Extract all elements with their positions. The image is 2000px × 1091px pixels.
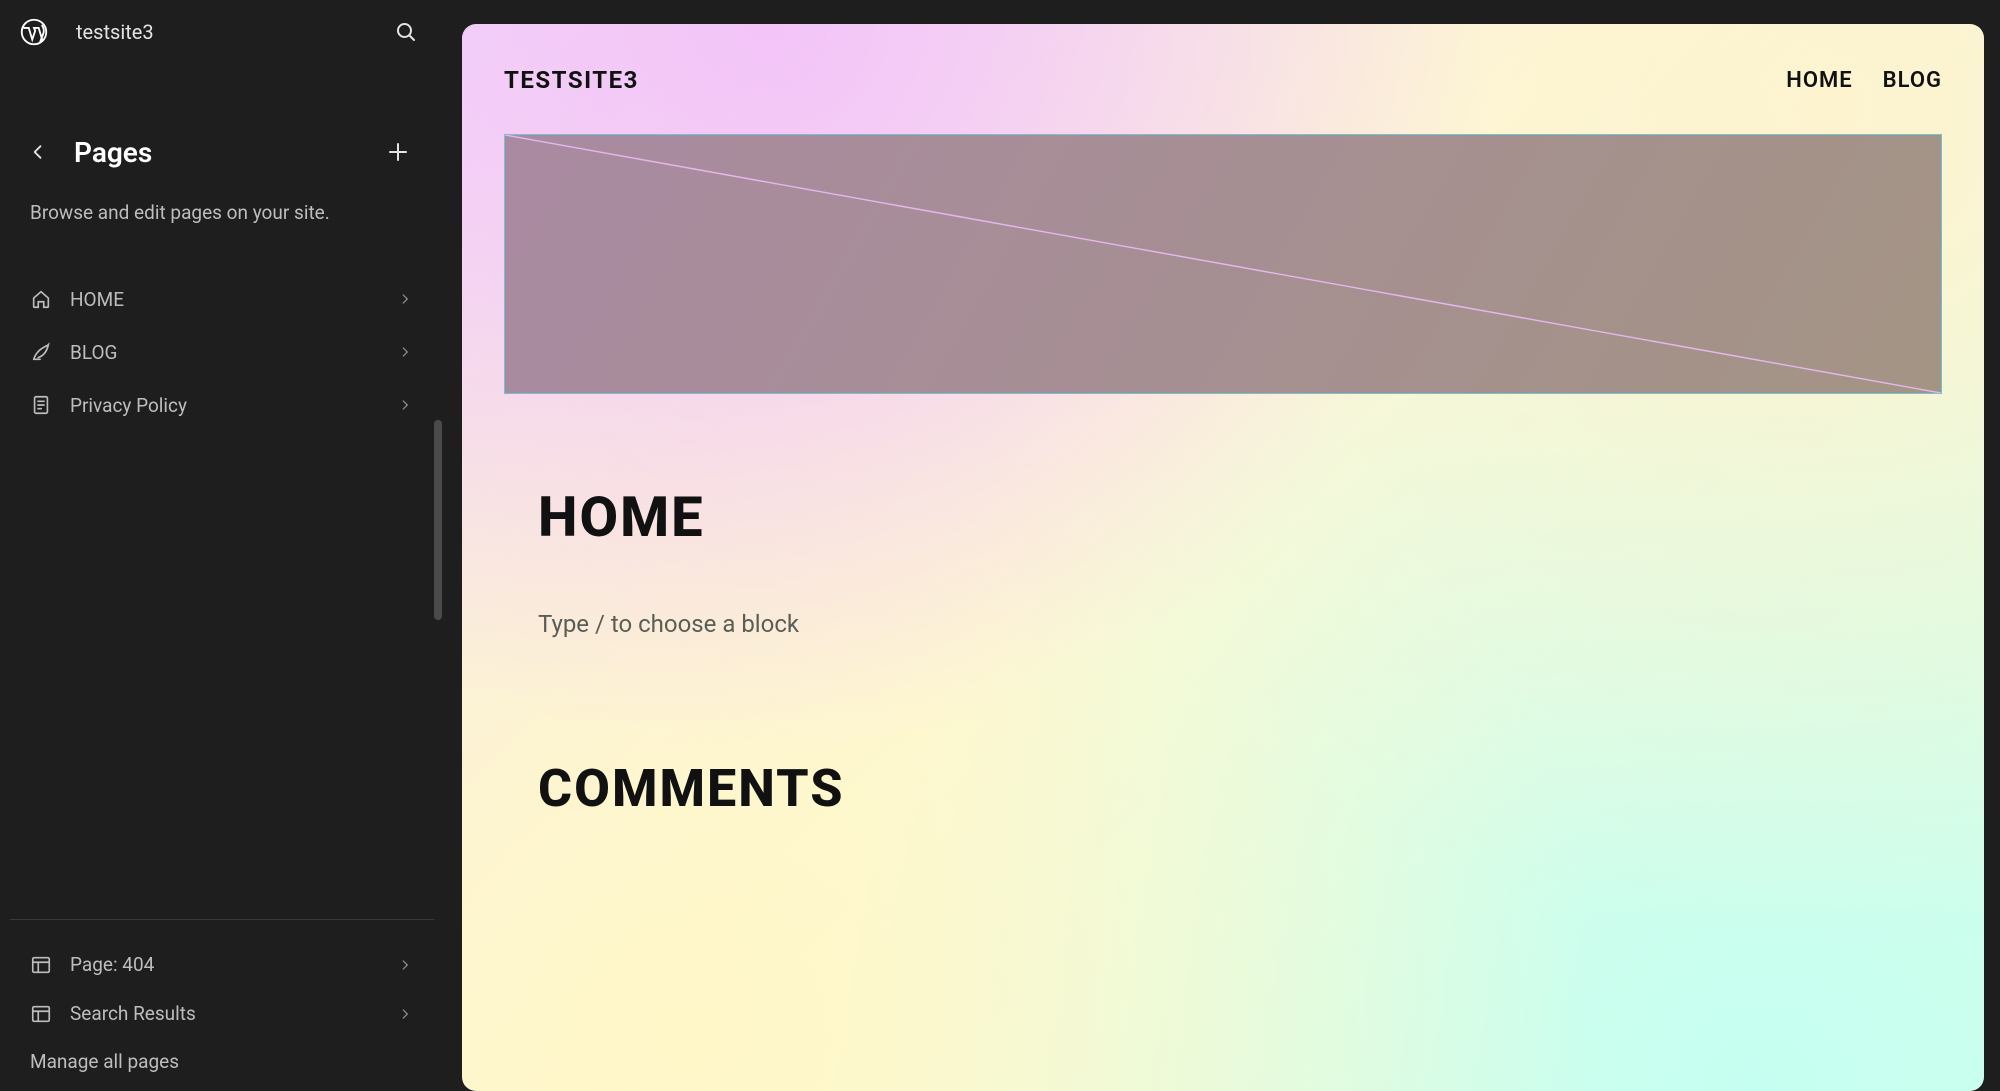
page-list: HOME BLOG Privacy Policy	[0, 275, 444, 430]
page-item-privacy-policy[interactable]: Privacy Policy	[18, 381, 426, 430]
sidebar-description: Browse and edit pages on your site.	[0, 200, 444, 227]
document-icon	[30, 394, 52, 416]
comments-heading[interactable]: COMMENTS	[538, 758, 1908, 819]
page-item-label: Page: 404	[70, 953, 380, 976]
layout-icon	[30, 1003, 52, 1025]
page-item-label: BLOG	[70, 341, 380, 364]
home-icon	[30, 288, 52, 310]
sidebar-header: Pages	[0, 134, 444, 170]
page-item-search-results[interactable]: Search Results	[18, 989, 426, 1038]
nav-link-home[interactable]: HOME	[1786, 68, 1852, 93]
layout-icon	[30, 954, 52, 976]
page-item-label: Privacy Policy	[70, 394, 380, 417]
chevron-right-icon	[398, 397, 414, 413]
chevron-right-icon	[398, 1006, 414, 1022]
sidebar-title: Pages	[74, 136, 380, 169]
feather-icon	[30, 341, 52, 363]
editor-canvas[interactable]: TESTSITE3 HOME BLOG HOME Type / to choos…	[462, 24, 1984, 1091]
featured-image-placeholder[interactable]	[504, 134, 1942, 394]
page-content: HOME Type / to choose a block COMMENTS	[504, 394, 1942, 819]
placeholder-diagonal-icon	[505, 135, 1941, 393]
plus-icon	[386, 140, 410, 164]
chevron-right-icon	[398, 344, 414, 360]
site-name[interactable]: testsite3	[76, 20, 364, 44]
block-inserter-prompt[interactable]: Type / to choose a block	[538, 610, 1908, 638]
page-item-404[interactable]: Page: 404	[18, 940, 426, 989]
chevron-left-icon	[28, 142, 48, 162]
add-page-button[interactable]	[380, 134, 416, 170]
manage-all-pages-link[interactable]: Manage all pages	[18, 1038, 426, 1091]
site-title[interactable]: TESTSITE3	[504, 66, 639, 94]
nav-link-blog[interactable]: BLOG	[1883, 68, 1942, 93]
site-header: TESTSITE3 HOME BLOG	[504, 66, 1942, 94]
wordpress-logo-icon[interactable]	[20, 18, 48, 46]
sidebar-scrollbar[interactable]	[434, 420, 442, 620]
editor-canvas-wrap: TESTSITE3 HOME BLOG HOME Type / to choos…	[444, 0, 2000, 1091]
search-icon	[394, 20, 418, 44]
sidebar-topbar: testsite3	[0, 0, 444, 64]
page-item-home[interactable]: HOME	[18, 275, 426, 324]
sidebar-bottom: Page: 404 Search Results Manage all page…	[0, 919, 444, 1091]
page-title[interactable]: HOME	[538, 484, 1908, 550]
divider	[10, 919, 434, 920]
page-item-blog[interactable]: BLOG	[18, 328, 426, 377]
back-button[interactable]	[20, 134, 56, 170]
chevron-right-icon	[398, 957, 414, 973]
page-item-label: Search Results	[70, 1002, 380, 1025]
chevron-right-icon	[398, 291, 414, 307]
editor-sidebar: testsite3 Pages Browse and edit pages on…	[0, 0, 444, 1091]
site-nav: HOME BLOG	[1786, 68, 1942, 93]
page-item-label: HOME	[70, 288, 380, 311]
search-button[interactable]	[392, 18, 420, 46]
